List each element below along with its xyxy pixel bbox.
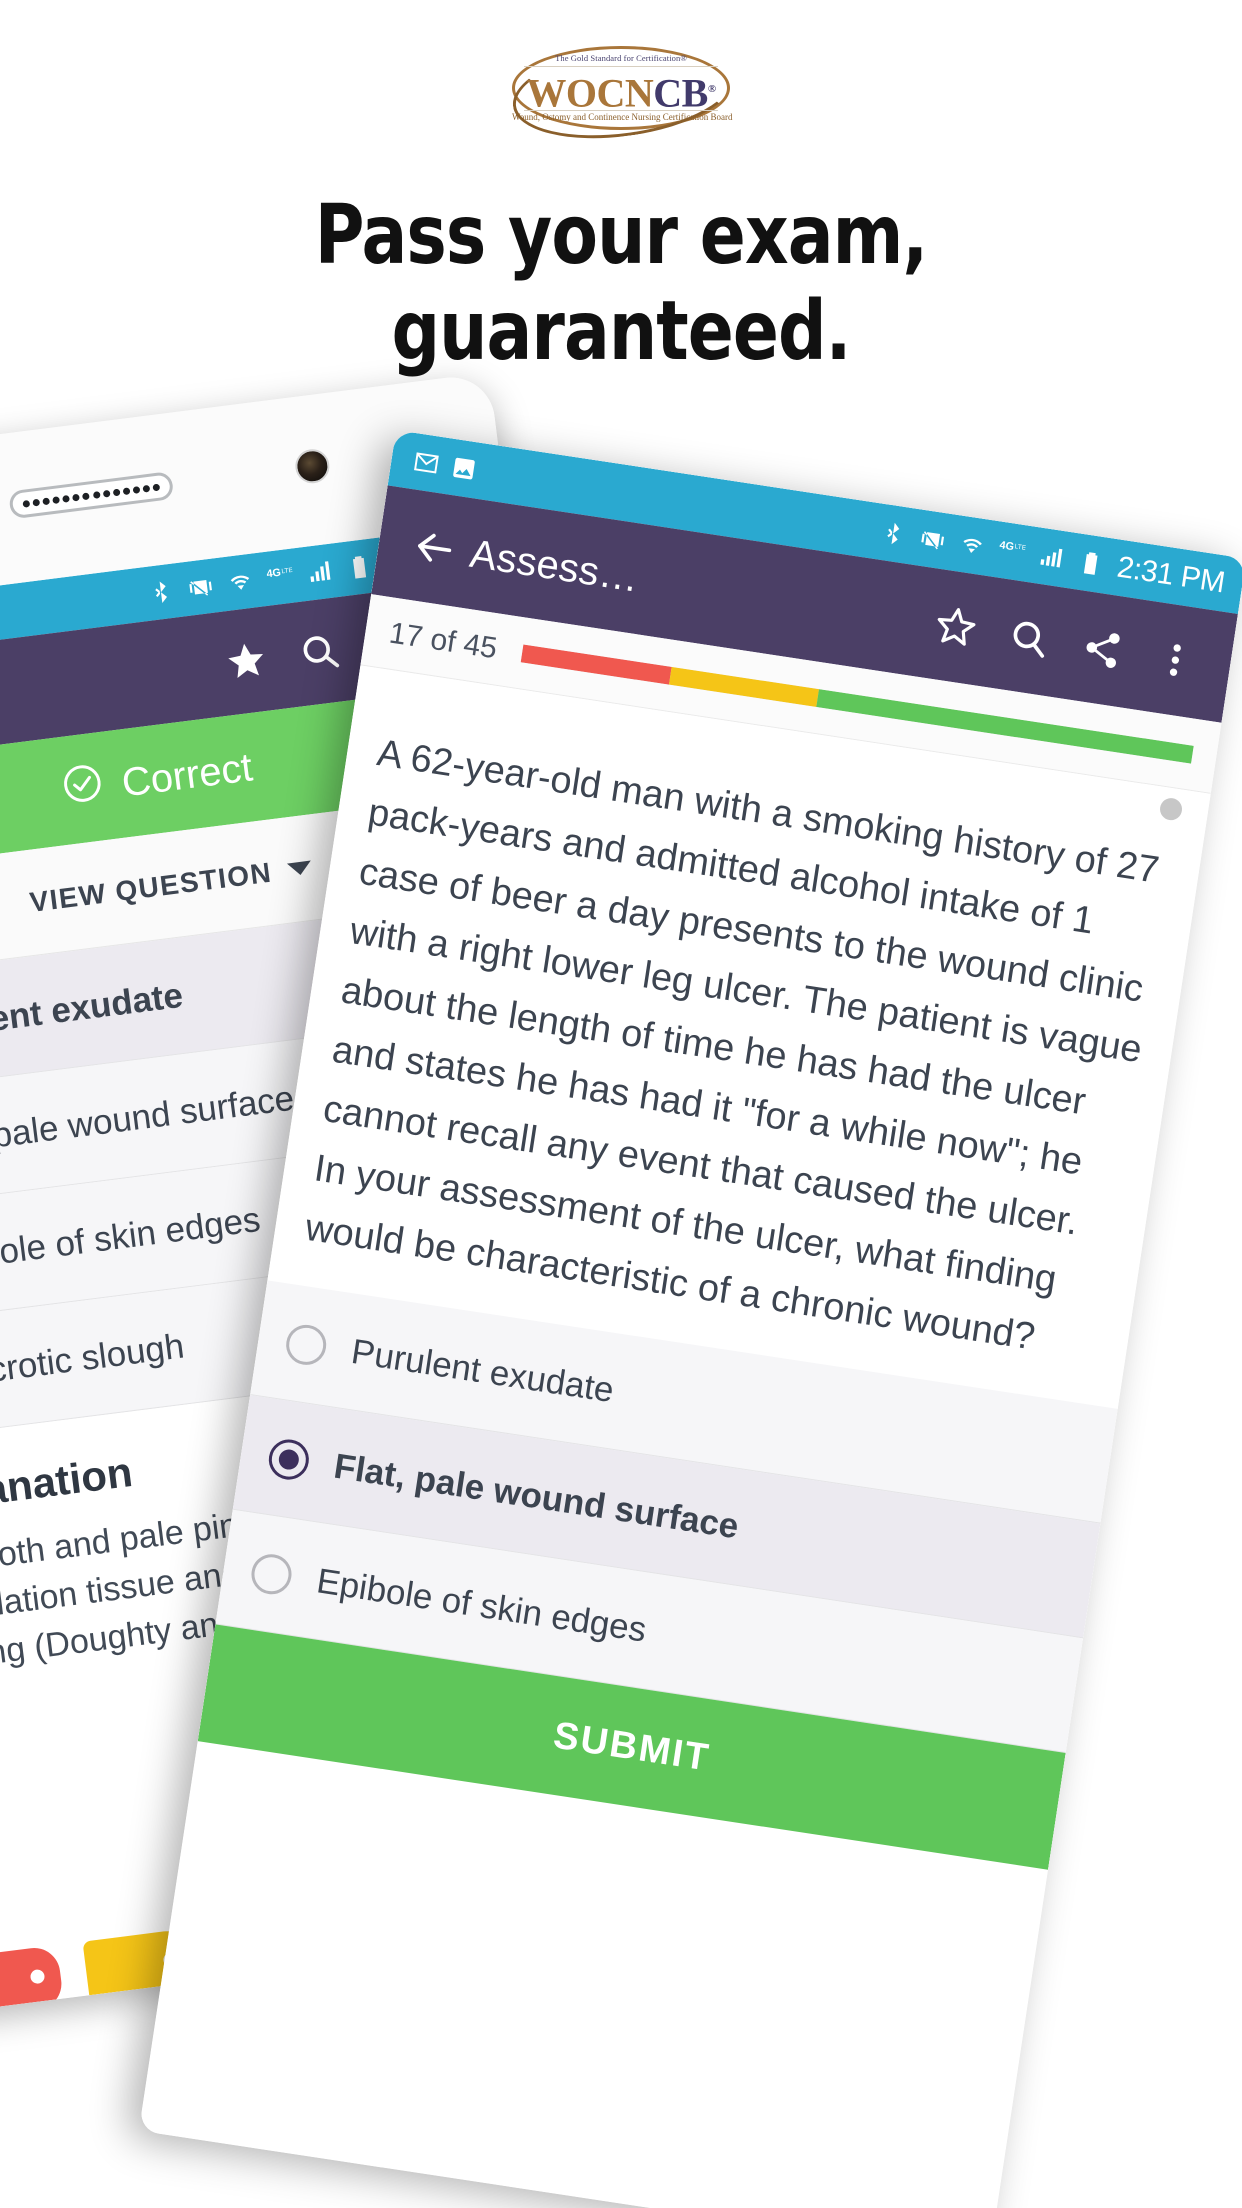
battery-icon xyxy=(1076,549,1106,579)
submit-label: SUBMIT xyxy=(550,1714,713,1780)
option-label: Epibole of skin edges xyxy=(0,1199,263,1280)
option-label: Purulent exudate xyxy=(348,1331,617,1410)
status-clock-right: 2:31 PM xyxy=(1114,550,1227,600)
4g-lte-icon: 4G LTE xyxy=(997,537,1026,567)
headline-line-1: Pass your exam, xyxy=(314,188,928,283)
logo-divider-bottom xyxy=(524,110,718,111)
chevron-down-icon xyxy=(286,860,313,877)
promo-screenshot: The Gold Standard for Certification® WOC… xyxy=(0,0,1242,2208)
signal-bars-icon xyxy=(305,558,334,587)
tag-red[interactable] xyxy=(0,1944,65,2016)
option-radio-selected-icon xyxy=(266,1436,312,1482)
notification-icons xyxy=(412,448,479,483)
headline-line-2: guaranteed. xyxy=(391,284,851,379)
star-icon[interactable] xyxy=(205,620,288,703)
overflow-menu-icon[interactable] xyxy=(1133,618,1217,702)
4g-lte-icon: 4G LTE xyxy=(265,563,294,592)
option-radio-icon xyxy=(283,1321,330,1368)
search-icon[interactable] xyxy=(278,610,361,693)
option-radio-icon xyxy=(248,1550,295,1597)
signal-bars-icon xyxy=(1036,543,1066,573)
wocncb-logo: The Gold Standard for Certification® WOC… xyxy=(0,36,1242,140)
star-outline-icon[interactable] xyxy=(914,585,998,669)
bluetooth-icon xyxy=(878,519,908,549)
battery-icon xyxy=(345,553,374,582)
back-arrow-icon[interactable] xyxy=(392,506,476,590)
logo-wordmark-cb: CB xyxy=(653,70,708,116)
svg-text:4G: 4G xyxy=(266,567,282,581)
promo-headline: Pass your exam, guaranteed. xyxy=(50,188,1193,380)
logo-wordmark: WOCNCB® xyxy=(512,68,730,114)
earpiece-speaker-icon xyxy=(8,471,175,520)
logo-registered-mark: ® xyxy=(707,83,716,95)
gmail-icon xyxy=(412,448,442,478)
front-camera-icon xyxy=(293,447,332,486)
progress-segment-1 xyxy=(668,666,819,707)
option-label: Necrotic slough xyxy=(0,1325,187,1395)
logo-wordmark-wocn: WOCN xyxy=(526,70,654,116)
correct-banner-label: Correct xyxy=(119,744,255,805)
option-label: Flat, pale wound surface xyxy=(0,1078,297,1164)
search-icon[interactable] xyxy=(987,596,1071,680)
logo-subtitle: Wound, Ostomy and Continence Nursing Cer… xyxy=(512,112,733,122)
share-icon[interactable] xyxy=(1060,607,1144,691)
svg-text:4G: 4G xyxy=(998,539,1014,553)
option-label: Purulent exudate xyxy=(0,975,185,1050)
svg-text:LTE: LTE xyxy=(1014,543,1026,552)
wifi-icon xyxy=(226,568,255,597)
logo-tagline: The Gold Standard for Certification® xyxy=(555,53,687,63)
wifi-icon xyxy=(957,531,987,561)
photo-icon xyxy=(449,454,479,484)
progress-label: 17 of 45 xyxy=(387,616,500,665)
vibrate-off-icon xyxy=(186,573,215,602)
check-circle-icon xyxy=(59,760,107,817)
svg-text:LTE: LTE xyxy=(281,567,293,575)
option-label: Flat, pale wound surface xyxy=(331,1446,742,1546)
view-question-label: VIEW QUESTION xyxy=(27,856,274,918)
bluetooth-icon xyxy=(146,578,175,607)
logo-divider-top xyxy=(524,66,718,67)
option-label: Epibole of skin edges xyxy=(314,1560,650,1650)
progress-segment-0 xyxy=(521,644,672,685)
vibrate-off-icon xyxy=(918,525,948,555)
